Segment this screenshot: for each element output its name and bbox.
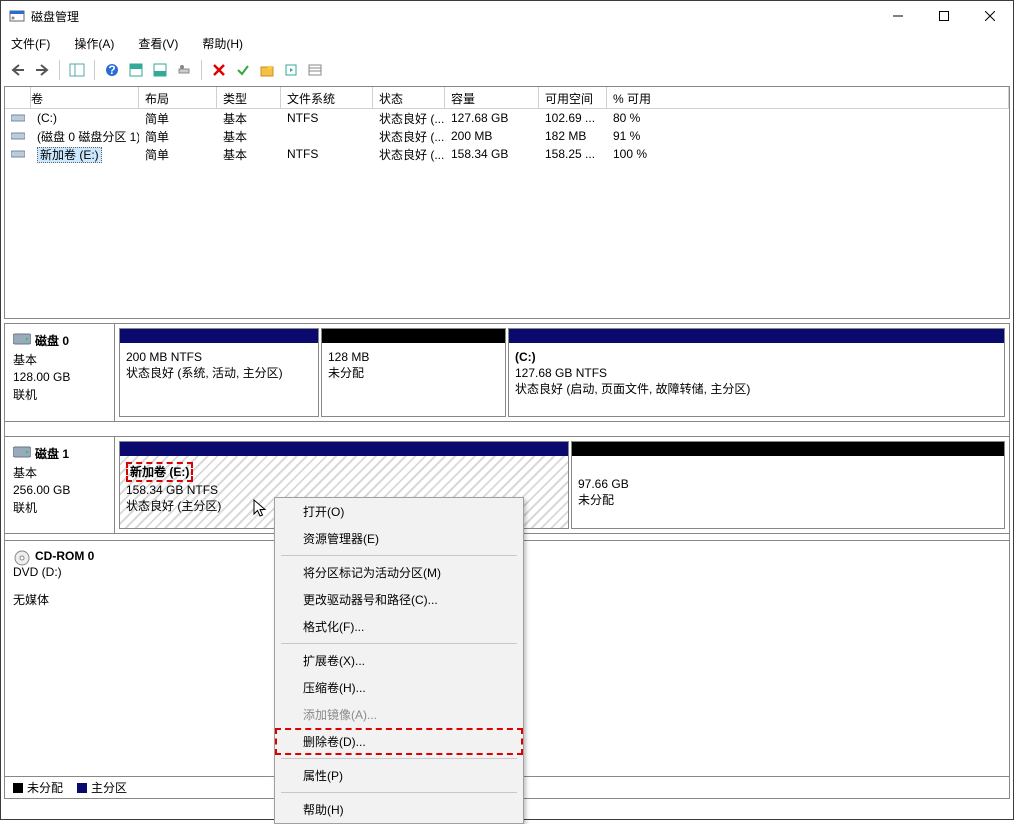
view-top-button[interactable] bbox=[125, 59, 147, 81]
menubar: 文件(F) 操作(A) 查看(V) 帮助(H) bbox=[1, 31, 1013, 55]
volume-row[interactable]: (C:) 简单 基本 NTFS 状态良好 (... 127.68 GB 102.… bbox=[5, 109, 1009, 127]
cell-pct: 100 % bbox=[607, 146, 687, 162]
menu-extend[interactable]: 扩展卷(X)... bbox=[275, 647, 523, 674]
view-bottom-button[interactable] bbox=[149, 59, 171, 81]
volume-icon bbox=[11, 131, 25, 141]
col-volume[interactable]: 卷 bbox=[5, 87, 139, 108]
cell-volume: (C:) bbox=[31, 110, 139, 126]
disk-header[interactable]: CD-ROM 0 DVD (D:) 无媒体 bbox=[5, 541, 115, 776]
maximize-button[interactable] bbox=[921, 1, 967, 31]
col-capacity[interactable]: 容量 bbox=[445, 87, 539, 108]
cell-free: 102.69 ... bbox=[539, 110, 607, 126]
partition-unallocated[interactable]: 128 MB 未分配 bbox=[321, 328, 506, 417]
column-headers: 卷 布局 类型 文件系统 状态 容量 可用空间 % 可用 bbox=[5, 87, 1009, 109]
legend-swatch-unalloc bbox=[13, 783, 23, 793]
menu-format[interactable]: 格式化(F)... bbox=[275, 613, 523, 640]
partition-unallocated[interactable]: 97.66 GB 未分配 bbox=[571, 441, 1005, 529]
disk-icon bbox=[13, 332, 31, 346]
cell-status: 状态良好 (... bbox=[373, 109, 445, 128]
menu-change-letter[interactable]: 更改驱动器号和路径(C)... bbox=[275, 586, 523, 613]
settings-button[interactable] bbox=[173, 59, 195, 81]
cell-fs: NTFS bbox=[281, 146, 373, 162]
menu-view[interactable]: 查看(V) bbox=[132, 33, 184, 54]
context-menu: 打开(O) 资源管理器(E) 将分区标记为活动分区(M) 更改驱动器号和路径(C… bbox=[274, 497, 524, 824]
cell-fs: NTFS bbox=[281, 110, 373, 126]
menu-action[interactable]: 操作(A) bbox=[68, 33, 120, 54]
window-title: 磁盘管理 bbox=[31, 8, 875, 25]
partition-bar bbox=[120, 442, 568, 456]
menu-help[interactable]: 帮助(H) bbox=[275, 796, 523, 823]
partition-bar bbox=[120, 329, 318, 343]
show-hide-console-button[interactable] bbox=[66, 59, 88, 81]
cell-pct: 80 % bbox=[607, 110, 687, 126]
delete-button[interactable] bbox=[208, 59, 230, 81]
col-status[interactable]: 状态 bbox=[373, 87, 445, 108]
cell-cap: 200 MB bbox=[445, 128, 539, 144]
col-percent[interactable]: % 可用 bbox=[607, 87, 1009, 108]
col-free[interactable]: 可用空间 bbox=[539, 87, 607, 108]
cell-layout: 简单 bbox=[139, 127, 217, 146]
volume-icon bbox=[11, 149, 25, 159]
partition-bar bbox=[572, 442, 1004, 456]
titlebar: 磁盘管理 bbox=[1, 1, 1013, 31]
disk-icon bbox=[13, 445, 31, 459]
menu-properties[interactable]: 属性(P) bbox=[275, 762, 523, 789]
svg-text:?: ? bbox=[108, 63, 115, 77]
cell-status: 状态良好 (... bbox=[373, 145, 445, 164]
partition-bar bbox=[322, 329, 505, 343]
minimize-button[interactable] bbox=[875, 1, 921, 31]
col-filesystem[interactable]: 文件系统 bbox=[281, 87, 373, 108]
cell-cap: 158.34 GB bbox=[445, 146, 539, 162]
cell-volume: 新加卷 (E:) bbox=[37, 147, 102, 163]
menu-mark-active[interactable]: 将分区标记为活动分区(M) bbox=[275, 559, 523, 586]
cell-type: 基本 bbox=[217, 145, 281, 164]
list-button[interactable] bbox=[304, 59, 326, 81]
cell-layout: 简单 bbox=[139, 109, 217, 128]
cell-type: 基本 bbox=[217, 109, 281, 128]
col-layout[interactable]: 布局 bbox=[139, 87, 217, 108]
menu-help[interactable]: 帮助(H) bbox=[196, 33, 249, 54]
cdrom-icon bbox=[13, 549, 31, 567]
disk-row-0: 磁盘 0 基本 128.00 GB 联机 200 MB NTFS 状态良好 (系… bbox=[5, 324, 1009, 422]
back-button[interactable] bbox=[7, 59, 29, 81]
partition[interactable]: (C:) 127.68 GB NTFS 状态良好 (启动, 页面文件, 故障转储… bbox=[508, 328, 1005, 417]
menu-delete-volume[interactable]: 删除卷(D)... bbox=[275, 728, 523, 755]
disk-header[interactable]: 磁盘 1 基本 256.00 GB 联机 bbox=[5, 437, 115, 533]
check-button[interactable] bbox=[232, 59, 254, 81]
toolbar: ? bbox=[1, 55, 1013, 85]
menu-explorer[interactable]: 资源管理器(E) bbox=[275, 525, 523, 552]
partition[interactable]: 200 MB NTFS 状态良好 (系统, 活动, 主分区) bbox=[119, 328, 319, 417]
close-button[interactable] bbox=[967, 1, 1013, 31]
cell-volume: (磁盘 0 磁盘分区 1) bbox=[31, 127, 139, 146]
refresh-button[interactable] bbox=[280, 59, 302, 81]
menu-add-mirror: 添加镜像(A)... bbox=[275, 701, 523, 728]
disk-header[interactable]: 磁盘 0 基本 128.00 GB 联机 bbox=[5, 324, 115, 421]
volume-row[interactable]: 新加卷 (E:) 简单 基本 NTFS 状态良好 (... 158.34 GB … bbox=[5, 145, 1009, 163]
volume-list[interactable]: 卷 布局 类型 文件系统 状态 容量 可用空间 % 可用 (C:) 简单 基本 … bbox=[4, 86, 1010, 319]
menu-shrink[interactable]: 压缩卷(H)... bbox=[275, 674, 523, 701]
cell-layout: 简单 bbox=[139, 145, 217, 164]
new-folder-button[interactable] bbox=[256, 59, 278, 81]
cell-pct: 91 % bbox=[607, 128, 687, 144]
cell-cap: 127.68 GB bbox=[445, 110, 539, 126]
col-type[interactable]: 类型 bbox=[217, 87, 281, 108]
partition-bar bbox=[509, 329, 1004, 343]
cell-free: 158.25 ... bbox=[539, 146, 607, 162]
help-button[interactable]: ? bbox=[101, 59, 123, 81]
cursor-icon bbox=[253, 499, 269, 522]
menu-file[interactable]: 文件(F) bbox=[5, 33, 56, 54]
cell-type: 基本 bbox=[217, 127, 281, 146]
app-icon bbox=[9, 8, 25, 24]
legend-swatch-primary bbox=[77, 783, 87, 793]
volume-icon bbox=[11, 113, 25, 123]
volume-row[interactable]: (磁盘 0 磁盘分区 1) 简单 基本 状态良好 (... 200 MB 182… bbox=[5, 127, 1009, 145]
partition-title: 新加卷 (E:) bbox=[126, 462, 193, 482]
forward-button[interactable] bbox=[31, 59, 53, 81]
menu-open[interactable]: 打开(O) bbox=[275, 498, 523, 525]
cell-free: 182 MB bbox=[539, 128, 607, 144]
cell-fs bbox=[281, 135, 373, 137]
cell-status: 状态良好 (... bbox=[373, 127, 445, 146]
